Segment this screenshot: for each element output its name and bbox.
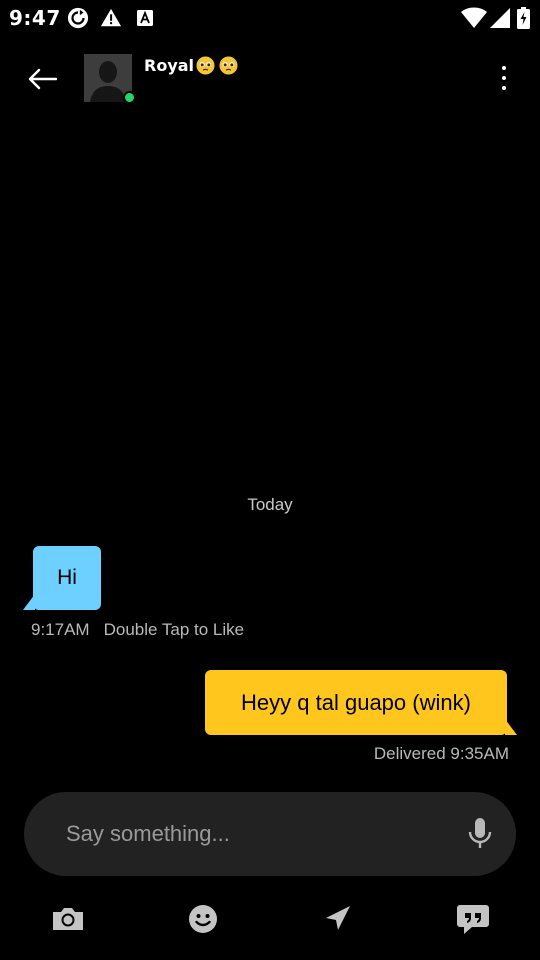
message-composer: [24, 792, 516, 876]
more-options-button[interactable]: [490, 60, 518, 96]
delivery-status: Delivered 9:35AM: [373, 744, 509, 763]
message-text: Hi: [57, 566, 77, 589]
emoji-button[interactable]: [185, 902, 221, 936]
message-input[interactable]: [66, 819, 446, 849]
contact-name-text: Royal: [144, 56, 195, 75]
status-bar: 9:47: [0, 0, 540, 36]
signal-icon: [490, 8, 510, 28]
outgoing-message-bubble[interactable]: Heyy q tal guapo (wink): [205, 670, 507, 735]
voice-message-button[interactable]: [467, 816, 493, 852]
pleading-face-emoji: [196, 56, 215, 75]
wifi-icon: [461, 7, 487, 28]
incoming-message-bubble[interactable]: Hi: [33, 546, 101, 610]
camera-icon: [53, 908, 83, 930]
more-vertical-icon: [502, 66, 506, 70]
online-status-dot: [123, 91, 136, 104]
camera-button[interactable]: [50, 902, 86, 936]
battery-icon: [517, 7, 530, 29]
send-location-button[interactable]: [319, 902, 355, 936]
back-button[interactable]: [22, 62, 62, 96]
send-location-icon: [326, 906, 350, 930]
keyboard-a-icon: [137, 10, 153, 26]
microphone-icon: [468, 818, 492, 848]
pleading-face-emoji: [219, 56, 238, 75]
status-time: 9:47: [9, 6, 61, 30]
sync-icon: [67, 7, 89, 29]
message-time: 9:17AM: [31, 620, 90, 639]
quote-bubble-icon: [457, 905, 489, 934]
chat-header: Royal: [0, 40, 540, 116]
emoji-icon: [189, 905, 217, 933]
contact-name[interactable]: Royal: [144, 56, 238, 75]
arrow-left-icon: [28, 68, 57, 90]
contact-avatar-button[interactable]: [84, 54, 136, 104]
double-tap-like-hint: Double Tap to Like: [103, 620, 245, 639]
quote-button[interactable]: [455, 902, 491, 936]
warning-icon: [100, 8, 122, 27]
date-separator: Today: [247, 495, 293, 514]
message-text: Heyy q tal guapo (wink): [241, 689, 471, 715]
incoming-message-meta: 9:17AM Double Tap to Like: [31, 620, 244, 640]
bottom-toolbar: [0, 896, 540, 942]
